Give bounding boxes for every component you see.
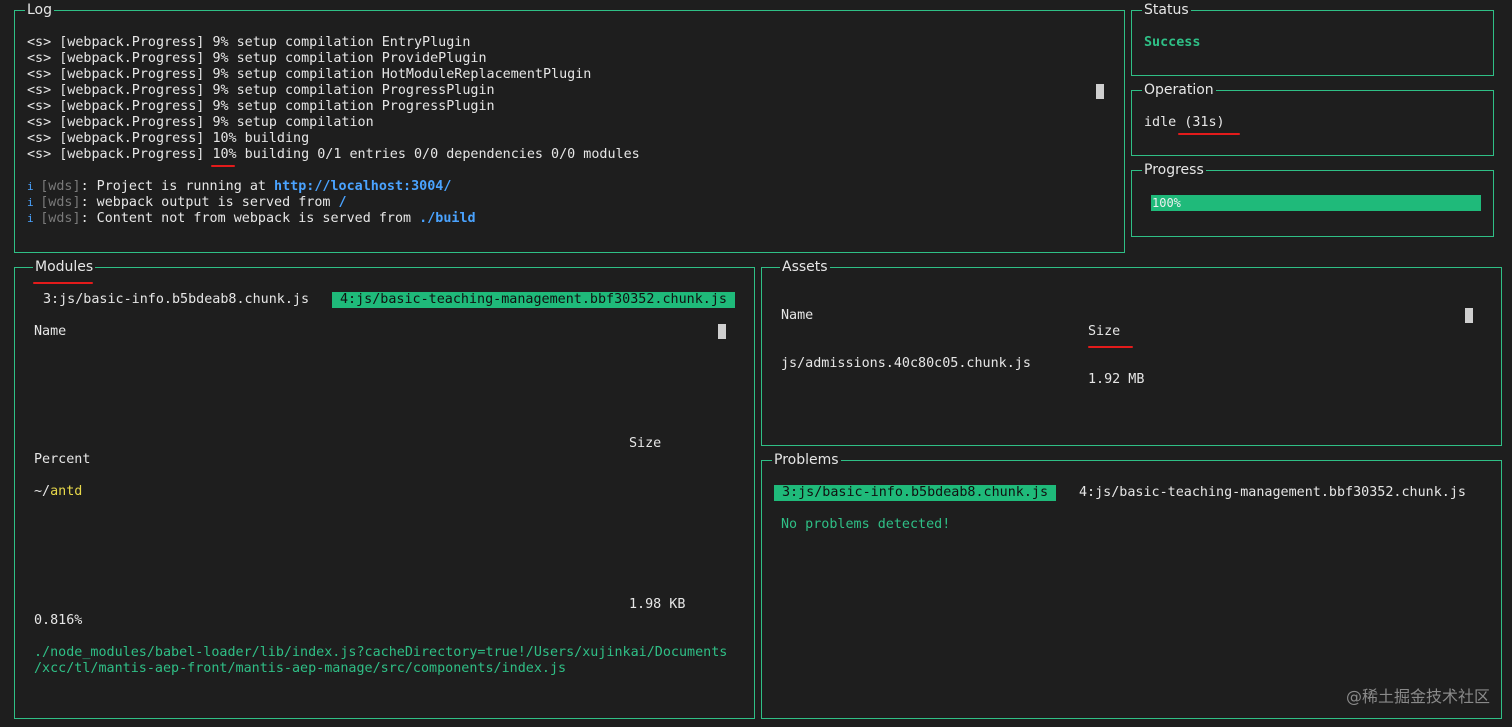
log-prefix: <s> [webpack.Progress] xyxy=(27,131,213,146)
wds-link[interactable]: ./build xyxy=(419,211,475,226)
log-line: <s> [webpack.Progress] 9% setup compilat… xyxy=(27,99,495,115)
assets-cursor xyxy=(1465,308,1473,323)
modules-row-size: 1.98 KB xyxy=(629,597,686,612)
log-message: setup compilation ProgressPlugin xyxy=(228,99,495,114)
log-prefix: <s> [webpack.Progress] xyxy=(27,67,213,82)
info-icon: i xyxy=(27,196,41,209)
log-percent: 9% xyxy=(212,67,229,82)
log-message: setup compilation EntryPlugin xyxy=(228,35,471,50)
modules-col-name: Name xyxy=(34,324,67,339)
problems-tab-1[interactable]: 3:js/basic-info.b5bdeab8.chunk.js xyxy=(774,485,1057,501)
wds-link[interactable]: / xyxy=(339,195,347,210)
modules-row-name: ~/antd xyxy=(34,484,82,500)
log-message: setup compilation xyxy=(228,115,374,130)
problems-panel: Problems 3:js/basic-info.b5bdeab8.chunk.… xyxy=(761,451,1502,719)
assets-col-size: Size xyxy=(1088,324,1121,339)
log-message: setup compilation ProvidePlugin xyxy=(228,51,487,66)
operation-panel: Operation idle (31s) xyxy=(1131,81,1494,156)
assets-row-size: 1.92 MB xyxy=(1088,372,1145,387)
modules-title: Modules xyxy=(33,258,96,276)
log-percent: 9% xyxy=(212,83,229,98)
wds-tag: [wds] xyxy=(40,211,81,226)
modules-panel: Modules 3:js/basic-info.b5bdeab8.chunk.j… xyxy=(14,258,755,719)
assets-panel: Assets Name Size js/admissions.40c80c05.… xyxy=(761,258,1502,446)
modules-cursor xyxy=(718,324,726,339)
log-panel: Log <s> [webpack.Progress] 9% setup comp… xyxy=(14,1,1125,253)
modules-path-line-2: /xcc/tl/mantis-aep-front/mantis-aep-mana… xyxy=(34,661,567,676)
progress-title: Progress xyxy=(1142,161,1206,179)
log-percent: 10% xyxy=(212,147,237,162)
progress-bar xyxy=(1151,195,1481,211)
log-percent: 9% xyxy=(212,51,229,66)
wds-line: i [wds]: Content not from webpack is ser… xyxy=(27,211,476,227)
assets-col-name: Name xyxy=(781,308,814,323)
log-line: <s> [webpack.Progress] 9% setup compilat… xyxy=(27,51,487,67)
wds-line: i [wds]: Project is running at http://lo… xyxy=(27,179,451,195)
wds-tag: [wds] xyxy=(40,179,81,194)
log-message: building xyxy=(236,131,310,146)
modules-col-percent: Percent xyxy=(34,452,91,467)
row-prefix: ~/ xyxy=(34,484,51,499)
assets-title: Assets xyxy=(780,258,830,276)
modules-row-percent: 0.816% xyxy=(34,613,83,628)
problems-tab-2[interactable]: 4:js/basic-teaching-management.bbf30352.… xyxy=(1079,485,1466,501)
assets-row-name: js/admissions.40c80c05.chunk.js xyxy=(781,356,1031,371)
modules-path-line-1: ./node_modules/babel-loader/lib/index.js… xyxy=(34,645,728,660)
log-prefix: <s> [webpack.Progress] xyxy=(27,51,213,66)
log-line: <s> [webpack.Progress] 10% building 0/1 … xyxy=(27,147,640,163)
problems-title: Problems xyxy=(772,451,841,469)
log-prefix: <s> [webpack.Progress] xyxy=(27,99,213,114)
log-line: <s> [webpack.Progress] 10% building xyxy=(27,131,309,147)
progress-panel: Progress 100% xyxy=(1131,161,1494,237)
status-value: Success xyxy=(1144,35,1201,50)
annotation-underline xyxy=(1088,346,1133,348)
log-line: <s> [webpack.Progress] 9% setup compilat… xyxy=(27,115,374,131)
log-percent: 9% xyxy=(212,35,229,50)
log-prefix: <s> [webpack.Progress] xyxy=(27,35,213,50)
row-name: antd xyxy=(50,484,83,499)
log-line: <s> [webpack.Progress] 9% setup compilat… xyxy=(27,35,470,51)
wds-link[interactable]: http://localhost:3004/ xyxy=(274,179,451,194)
log-prefix: <s> [webpack.Progress] xyxy=(27,147,213,162)
modules-col-size: Size xyxy=(629,436,662,451)
operation-value: idle (31s) xyxy=(1144,115,1225,130)
log-prefix: <s> [webpack.Progress] xyxy=(27,115,213,130)
modules-tab-2[interactable]: 4:js/basic-teaching-management.bbf30352.… xyxy=(332,292,735,308)
log-title: Log xyxy=(25,1,55,19)
log-message: building 0/1 entries 0/0 dependencies 0/… xyxy=(236,147,640,162)
wds-tag: [wds] xyxy=(40,195,81,210)
log-cursor xyxy=(1096,84,1104,99)
annotation-underline xyxy=(33,282,93,284)
wds-text: : webpack output is served from xyxy=(80,195,339,210)
log-message: setup compilation ProgressPlugin xyxy=(228,83,495,98)
problems-message: No problems detected! xyxy=(781,517,951,532)
watermark: @稀土掘金技术社区 xyxy=(1345,687,1490,706)
operation-title: Operation xyxy=(1142,81,1216,99)
info-icon: i xyxy=(27,180,41,193)
log-percent: 9% xyxy=(212,115,229,130)
wds-text: : Project is running at xyxy=(80,179,275,194)
log-prefix: <s> [webpack.Progress] xyxy=(27,83,213,98)
log-percent: 9% xyxy=(212,99,229,114)
wds-line: i [wds]: webpack output is served from / xyxy=(27,195,347,211)
log-message: setup compilation HotModuleReplacementPl… xyxy=(228,67,592,82)
log-line: <s> [webpack.Progress] 9% setup compilat… xyxy=(27,83,495,99)
log-line: <s> [webpack.Progress] 9% setup compilat… xyxy=(27,67,591,83)
modules-tab-1[interactable]: 3:js/basic-info.b5bdeab8.chunk.js xyxy=(43,292,309,308)
status-panel: Status Success xyxy=(1131,1,1494,76)
wds-text: : Content not from webpack is served fro… xyxy=(80,211,420,226)
progress-label: 100% xyxy=(1152,196,1181,210)
log-percent: 10% xyxy=(212,131,237,146)
annotation-underline xyxy=(1178,133,1240,135)
annotation-underline xyxy=(211,165,235,167)
status-title: Status xyxy=(1142,1,1191,19)
info-icon: i xyxy=(27,212,41,225)
